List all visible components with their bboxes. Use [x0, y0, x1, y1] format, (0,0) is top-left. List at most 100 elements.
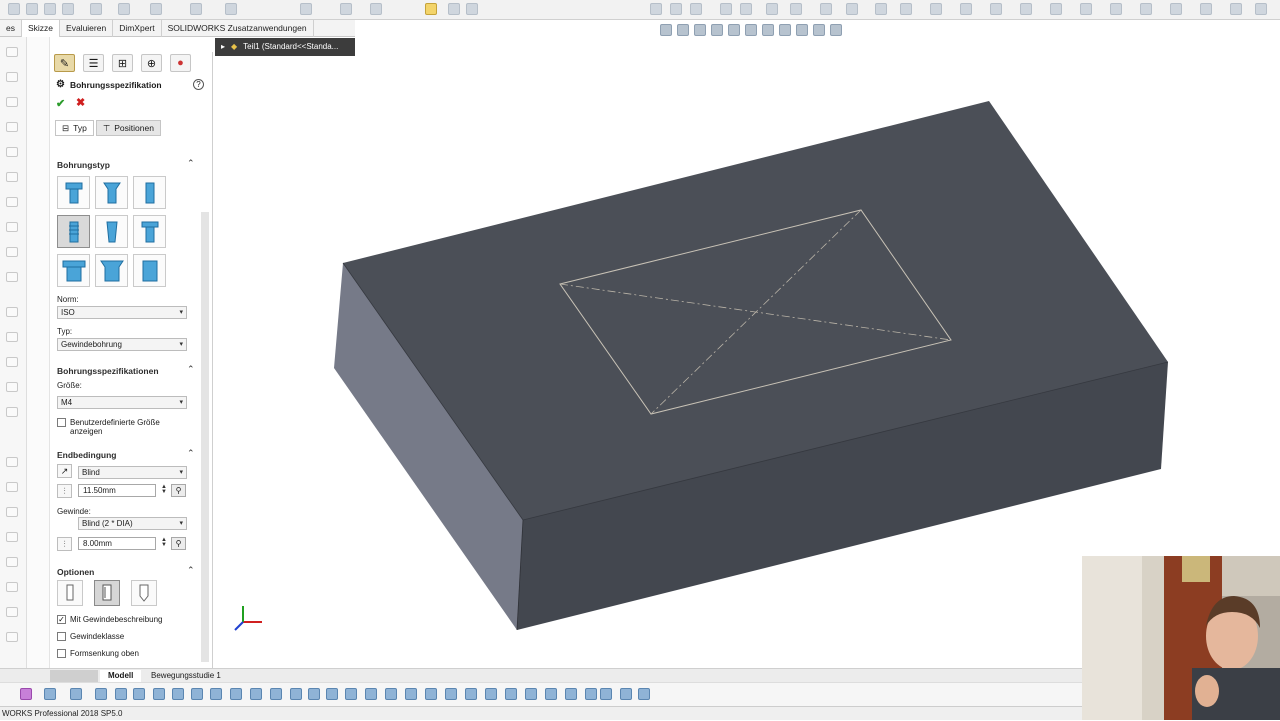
sum-icon[interactable] [466, 3, 478, 15]
hole-type-legacy[interactable] [133, 215, 166, 248]
feature-icon[interactable] [1140, 3, 1152, 15]
dimxpert-manager-tab[interactable]: ⊕ [141, 54, 162, 72]
checkbox-box[interactable] [57, 649, 66, 658]
hole-type-pipe-tap[interactable] [95, 215, 128, 248]
tool-icon[interactable] [133, 688, 145, 700]
help-button[interactable]: ? [193, 79, 204, 90]
feature-icon[interactable] [1110, 3, 1122, 15]
circle-tool-icon[interactable] [62, 3, 74, 15]
tab-sketch[interactable]: Skizze [21, 20, 61, 37]
feature-icon[interactable] [740, 3, 752, 15]
collapse-chevron-icon[interactable]: ⌃ [187, 448, 195, 459]
tool-icon[interactable] [326, 688, 338, 700]
tool-icon[interactable] [6, 47, 18, 57]
tool-icon[interactable] [172, 688, 184, 700]
rectangle-tool-icon[interactable] [44, 3, 56, 15]
property-manager-tab[interactable]: ✎ [54, 54, 75, 72]
end-condition-select[interactable]: Blind ▾ [78, 466, 187, 479]
move-tool-icon[interactable] [370, 3, 382, 15]
feature-icon[interactable] [720, 3, 732, 15]
tool-icon[interactable] [565, 688, 577, 700]
hide-show-icon[interactable] [762, 24, 774, 36]
feature-icon[interactable] [1020, 3, 1032, 15]
collapse-chevron-icon[interactable]: ⌃ [187, 158, 195, 169]
hole-type-countersink-slot[interactable] [95, 254, 128, 287]
tool-icon[interactable] [6, 222, 18, 232]
tab-model[interactable]: Modell [100, 670, 142, 682]
tool-icon[interactable] [405, 688, 417, 700]
tool-icon[interactable] [191, 688, 203, 700]
tool-icon[interactable] [290, 688, 302, 700]
reverse-direction-icon[interactable]: ↗ [57, 464, 72, 478]
feature-icon[interactable] [1050, 3, 1062, 15]
tool-icon[interactable] [638, 688, 650, 700]
tool-icon[interactable] [95, 688, 107, 700]
feature-icon[interactable] [820, 3, 832, 15]
tool-icon[interactable] [585, 688, 597, 700]
collapse-chevron-icon[interactable]: ⌃ [187, 364, 195, 375]
tool-icon[interactable] [345, 688, 357, 700]
tool-icon[interactable] [365, 688, 377, 700]
feature-icon[interactable] [690, 3, 702, 15]
hole-type-countersink[interactable] [95, 176, 128, 209]
custom-size-checkbox[interactable]: Benutzerdefinierte Größe anzeigen [57, 418, 170, 436]
smart-dimension-icon[interactable] [425, 3, 437, 15]
feature-icon[interactable] [1170, 3, 1182, 15]
tool-icon[interactable] [445, 688, 457, 700]
hole-type-tapped[interactable] [57, 215, 90, 248]
section-view-icon[interactable] [711, 24, 723, 36]
tool-icon[interactable] [6, 122, 18, 132]
line-tool-icon[interactable] [26, 3, 38, 15]
feature-icon[interactable] [790, 3, 802, 15]
tool-icon[interactable] [6, 482, 18, 492]
view-orientation-icon[interactable] [728, 24, 740, 36]
tool-icon[interactable] [620, 688, 632, 700]
tool-icon[interactable] [425, 688, 437, 700]
remove-thread-option[interactable] [131, 580, 157, 606]
link-dimension-button[interactable]: ⚲ [171, 484, 186, 497]
tool-icon[interactable] [250, 688, 262, 700]
tab-positions[interactable]: ⊤ Positionen [95, 120, 161, 136]
scrollbar[interactable] [201, 212, 209, 662]
checkbox-box[interactable] [57, 418, 66, 427]
feature-icon[interactable] [990, 3, 1002, 15]
tool-icon[interactable] [70, 688, 82, 700]
filter-icon[interactable] [20, 688, 32, 700]
tab-evaluate[interactable]: Evaluieren [60, 20, 114, 37]
tool-icon[interactable] [6, 632, 18, 642]
tool-icon[interactable] [6, 72, 18, 82]
tool-icon[interactable] [6, 97, 18, 107]
tool-icon[interactable] [6, 557, 18, 567]
depth-input[interactable]: 11.50mm [78, 484, 156, 497]
tool-icon[interactable] [6, 272, 18, 282]
tab-nav-arrows[interactable] [50, 670, 98, 682]
cancel-button[interactable]: ✖ [76, 96, 85, 109]
depth-spinner[interactable]: ▲ ▼ [161, 484, 167, 495]
cosmetic-thread-checkbox[interactable]: ✓ Mit Gewindebeschreibung [57, 615, 163, 624]
tool-icon[interactable] [210, 688, 222, 700]
feature-icon[interactable] [1200, 3, 1212, 15]
tool-icon[interactable] [525, 688, 537, 700]
view-settings-icon[interactable] [813, 24, 825, 36]
checkbox-box[interactable] [57, 632, 66, 641]
tool-icon[interactable] [153, 688, 165, 700]
tool-icon[interactable] [6, 247, 18, 257]
tool-icon[interactable] [6, 197, 18, 207]
tool-icon[interactable] [6, 332, 18, 342]
pattern-tool-icon[interactable] [340, 3, 352, 15]
hole-type-counterbore-slot[interactable] [57, 254, 90, 287]
tool-icon[interactable] [6, 507, 18, 517]
tool-icon[interactable] [6, 382, 18, 392]
feature-icon[interactable] [960, 3, 972, 15]
tool-icon[interactable] [44, 688, 56, 700]
feature-icon[interactable] [930, 3, 942, 15]
tool-icon[interactable] [485, 688, 497, 700]
configuration-manager-tab[interactable]: ⊞ [112, 54, 133, 72]
tool-icon[interactable] [505, 688, 517, 700]
display-manager-tab[interactable]: ● [170, 54, 191, 72]
tab-motion-study[interactable]: Bewegungsstudie 1 [143, 670, 229, 682]
tool-icon[interactable] [545, 688, 557, 700]
tool-icon[interactable] [6, 607, 18, 617]
tab-addins[interactable]: SOLIDWORKS Zusatzanwendungen [162, 20, 314, 37]
feature-icon[interactable] [900, 3, 912, 15]
